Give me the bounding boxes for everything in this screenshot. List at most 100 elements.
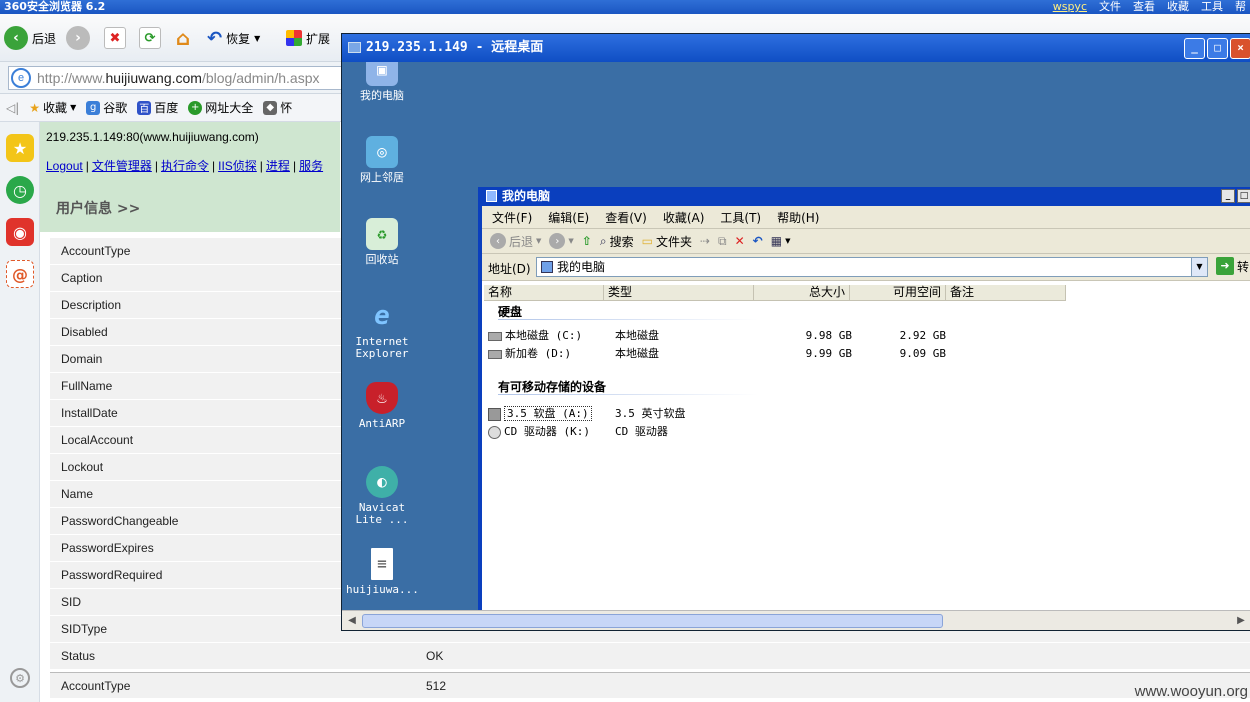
- views-button[interactable]: ▦ ▼: [771, 234, 791, 248]
- scroll-left-icon[interactable]: ◀: [344, 613, 360, 629]
- exec-command-link[interactable]: 执行命令: [161, 159, 209, 173]
- page-title: 用户信息 >>: [56, 201, 141, 217]
- drive-k[interactable]: CD 驱动器 (K:) CD 驱动器: [488, 424, 668, 440]
- fav-hao[interactable]: + 网址大全: [188, 99, 253, 116]
- forward-button[interactable]: ›: [66, 24, 90, 52]
- menu-file[interactable]: 文件: [1099, 0, 1121, 14]
- drive-a[interactable]: 3.5 软盘 (A:) 3.5 英寸软盘: [488, 406, 686, 422]
- logout-link[interactable]: Logout: [46, 159, 83, 173]
- explorer-menu-file[interactable]: 文件(F): [492, 209, 532, 226]
- explorer-forward-button[interactable]: › ▼: [549, 233, 574, 249]
- delete-button[interactable]: ✕: [735, 234, 745, 248]
- maximize-button[interactable]: □: [1207, 38, 1228, 59]
- desktop-icon-navicat[interactable]: ◐ Navicat Lite ...: [346, 466, 418, 526]
- fav-google[interactable]: g 谷歌: [86, 99, 127, 116]
- row-key: Domain: [61, 352, 103, 366]
- desktop-icon-label: huijiuwa...: [346, 583, 419, 596]
- explorer-search-label: 搜索: [609, 234, 634, 249]
- scroll-thumb[interactable]: [362, 614, 943, 628]
- desktop-icon-my-computer[interactable]: ▣ 我的电脑: [346, 62, 418, 102]
- ie-icon: e: [374, 301, 390, 331]
- row-key: Lockout: [61, 460, 104, 474]
- views-icon: ▦: [770, 234, 783, 248]
- copy-to-button[interactable]: ⧉: [718, 234, 727, 249]
- process-link[interactable]: 进程: [266, 159, 290, 173]
- explorer-menu-favorites[interactable]: 收藏(A): [663, 209, 705, 226]
- extensions-button[interactable]: 扩展: [286, 24, 330, 52]
- explorer-menu-help[interactable]: 帮助(H): [777, 209, 819, 226]
- col-comment[interactable]: 备注: [946, 285, 1066, 301]
- explorer-menu-tools[interactable]: 工具(T): [720, 209, 761, 226]
- row-key: InstallDate: [61, 406, 118, 420]
- history-clock-icon[interactable]: ◷: [6, 176, 34, 204]
- go-button[interactable]: ➜ 转: [1216, 257, 1249, 275]
- menu-tools[interactable]: 工具: [1201, 0, 1223, 14]
- restore-button[interactable]: ↶ 恢复 ▼: [207, 24, 260, 52]
- weibo-icon[interactable]: ◉: [6, 218, 34, 246]
- mail-icon[interactable]: @: [6, 260, 34, 288]
- star-icon: ★: [29, 100, 41, 115]
- col-free[interactable]: 可用空间: [850, 285, 946, 301]
- drive-c[interactable]: 本地磁盘 (C:) 本地磁盘 9.98 GB 2.92 GB: [488, 328, 946, 344]
- explorer-title-bar: 我的电脑 _ □: [482, 187, 1250, 206]
- copy-to-icon: ⧉: [718, 233, 727, 248]
- remote-desktop: ▣ 我的电脑 ◎ 网上邻居 ♻ 回收站 e Internet Explorer …: [342, 62, 1250, 612]
- refresh-button[interactable]: ⟳: [139, 24, 161, 52]
- fav-favorites[interactable]: ★ 收藏 ▼: [29, 99, 76, 116]
- minimize-button[interactable]: _: [1184, 38, 1205, 59]
- desktop-icon-antiarp[interactable]: ♨ AntiARP: [346, 382, 418, 430]
- remote-desktop-window: 219.235.1.149 - 远程桌面 _ □ × ▣ 我的电脑 ◎ 网上邻居…: [341, 33, 1250, 631]
- explorer-back-button[interactable]: ‹ 后退 ▼: [490, 233, 541, 250]
- close-button[interactable]: ×: [1230, 38, 1250, 59]
- explorer-up-button[interactable]: ⇧: [582, 234, 592, 248]
- move-to-button[interactable]: ⇢: [700, 234, 710, 248]
- rdp-title-bar: 219.235.1.149 - 远程桌面 _ □ ×: [342, 34, 1250, 62]
- drive-d[interactable]: 新加卷 (D:) 本地磁盘 9.99 GB 9.09 GB: [488, 346, 946, 362]
- url-input[interactable]: e http://www. huijiuwang.com/blog/admin/h…: [8, 66, 353, 90]
- stop-button[interactable]: ✖: [104, 24, 126, 52]
- baidu-icon: 百: [137, 100, 152, 115]
- explorer-maximize-button[interactable]: □: [1237, 189, 1250, 203]
- file-manager-link[interactable]: 文件管理器: [92, 159, 152, 173]
- explorer-folders-button[interactable]: ▭ 文件夹: [642, 233, 692, 250]
- explorer-minimize-button[interactable]: _: [1221, 189, 1235, 203]
- back-button[interactable]: ‹ 后退: [4, 24, 56, 52]
- menu-favorites[interactable]: 收藏: [1167, 0, 1189, 14]
- desktop-icon-label: Internet Explorer: [355, 335, 409, 360]
- iis-spy-link[interactable]: IIS侦探: [218, 159, 257, 173]
- explorer-folders-label: 文件夹: [655, 234, 692, 249]
- drive-name: CD 驱动器 (K:): [504, 425, 590, 438]
- refresh-icon: ⟳: [139, 27, 161, 49]
- address-dropdown-icon[interactable]: ▼: [1191, 258, 1207, 276]
- fav-baidu[interactable]: 百 百度: [137, 99, 178, 116]
- desktop-icon-network[interactable]: ◎ 网上邻居: [346, 136, 418, 184]
- sidebar-toggle-icon[interactable]: ◁|: [6, 101, 19, 115]
- menu-help[interactable]: 帮: [1235, 0, 1246, 14]
- desktop-icon-text-file[interactable]: ≡ huijiuwa...: [346, 548, 419, 596]
- col-total[interactable]: 总大小: [754, 285, 850, 301]
- fav-games[interactable]: ◆ 怀: [263, 99, 292, 116]
- menu-user[interactable]: wspyc: [1053, 0, 1087, 14]
- menu-view[interactable]: 查看: [1133, 0, 1155, 14]
- col-type[interactable]: 类型: [604, 285, 754, 301]
- explorer-menu-edit[interactable]: 编辑(E): [548, 209, 589, 226]
- desktop-icon-recycle-bin[interactable]: ♻ 回收站: [346, 218, 418, 266]
- desktop-icon-ie[interactable]: e Internet Explorer: [346, 300, 418, 360]
- col-name[interactable]: 名称: [484, 285, 604, 301]
- gear-icon[interactable]: ⚙: [10, 668, 30, 688]
- row-key: FullName: [61, 379, 113, 393]
- text-file-icon: ≡: [371, 548, 393, 580]
- address-label: 地址(D): [488, 262, 531, 276]
- home-button[interactable]: ⌂: [172, 24, 194, 52]
- explorer-address-input[interactable]: 我的电脑 ▼: [536, 257, 1208, 277]
- row-key: Caption: [61, 271, 103, 285]
- undo-button[interactable]: ↶: [753, 234, 763, 248]
- service-link[interactable]: 服务: [299, 159, 323, 173]
- favorites-star-icon[interactable]: ★: [6, 134, 34, 162]
- explorer-menu-view[interactable]: 查看(V): [605, 209, 647, 226]
- rdp-horizontal-scrollbar[interactable]: ◀ ▶: [342, 610, 1250, 630]
- explorer-search-button[interactable]: ⌕ 搜索: [600, 233, 634, 250]
- drive-total: 9.98 GB: [805, 329, 852, 342]
- group-divider: [498, 394, 758, 395]
- scroll-right-icon[interactable]: ▶: [1233, 613, 1249, 629]
